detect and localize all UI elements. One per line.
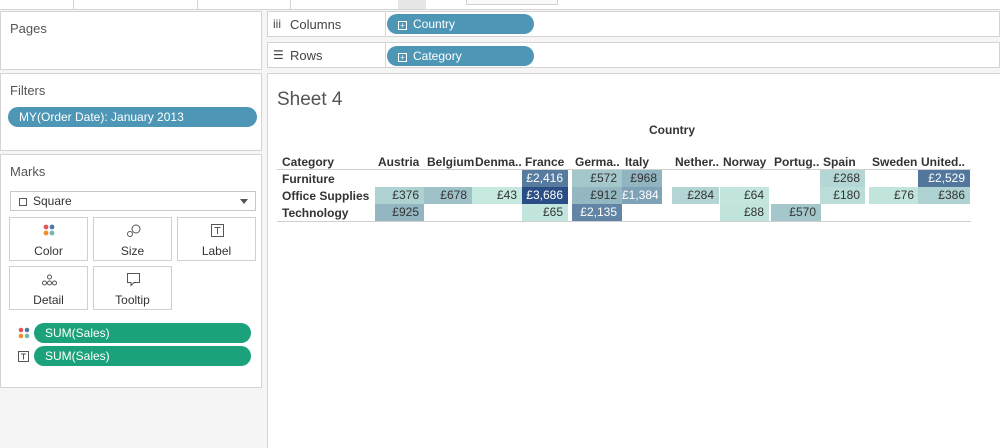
detail-icon <box>42 274 57 286</box>
row-header[interactable]: Office Supplies <box>282 189 369 203</box>
heatmap-cell[interactable]: £376 <box>375 187 424 204</box>
heatmap-cell[interactable]: £2,135 <box>572 204 622 221</box>
row-header[interactable]: Technology <box>282 206 348 220</box>
color-icon <box>43 224 55 236</box>
toolbar-divider <box>197 0 198 9</box>
column-header[interactable]: United.. <box>921 155 965 169</box>
marks-panel[interactable]: Marks Square Color Size Label Detail Too… <box>0 154 262 388</box>
rows-label: Rows <box>290 48 323 63</box>
heatmap-cell[interactable]: £76 <box>869 187 919 204</box>
heatmap-cell[interactable]: £678 <box>424 187 472 204</box>
filters-title: Filters <box>10 83 46 98</box>
marks-label-label: Label <box>201 244 232 258</box>
tooltip-icon <box>127 273 140 287</box>
heatmap-cell[interactable]: £2,416 <box>522 170 568 187</box>
column-header[interactable]: Belgium <box>427 155 474 169</box>
rows-shelf[interactable]: ☰ Rows + Category <box>267 42 1000 68</box>
size-icon <box>127 224 141 237</box>
column-header[interactable]: Austria <box>378 155 419 169</box>
marks-size-button[interactable]: Size <box>93 217 172 261</box>
columns-shelf[interactable]: iii Columns + Country <box>267 11 1000 37</box>
table-rule <box>277 221 971 222</box>
expand-icon: + <box>398 53 407 62</box>
table-rule <box>277 169 971 170</box>
color-field-icon <box>18 327 30 339</box>
columns-pill-label: Country <box>413 17 456 31</box>
marks-detail-label: Detail <box>33 293 64 307</box>
columns-pill-country[interactable]: + Country <box>387 14 534 34</box>
heatmap-cell[interactable]: £572 <box>572 170 622 187</box>
rows-icon: ☰ <box>273 48 284 62</box>
marks-color-label: Color <box>34 244 63 258</box>
marks-color-field-pill[interactable]: SUM(Sales) <box>34 323 251 343</box>
column-header[interactable]: Portug.. <box>774 155 819 169</box>
heatmap-cell[interactable]: £88 <box>720 204 769 221</box>
heatmap-cell[interactable]: £925 <box>375 204 424 221</box>
pages-title: Pages <box>10 21 47 36</box>
rows-pill-category[interactable]: + Category <box>387 46 534 66</box>
heatmap-cell[interactable]: £268 <box>820 170 865 187</box>
pages-panel[interactable]: Pages <box>0 11 262 70</box>
sheet-title: Sheet 4 <box>277 89 343 110</box>
marks-detail-button[interactable]: Detail <box>9 266 88 310</box>
heatmap-cell[interactable]: £968 <box>622 170 662 187</box>
sheet-canvas[interactable]: Sheet 4 Country Category Austria Belgium D… <box>267 73 1000 448</box>
marks-title: Marks <box>10 164 46 179</box>
toolbar-tab-selected[interactable] <box>398 0 426 9</box>
column-axis-title: Country <box>649 123 695 137</box>
heatmap-cell[interactable]: £912 <box>572 187 622 204</box>
heatmap-cell[interactable]: £284 <box>672 187 719 204</box>
label-field-icon <box>18 351 29 362</box>
heatmap-cell[interactable]: £64 <box>720 187 769 204</box>
row-header[interactable]: Furniture <box>282 172 335 186</box>
chevron-down-icon <box>240 199 248 204</box>
toolbar-divider <box>290 0 291 9</box>
expand-icon: + <box>398 21 407 30</box>
columns-label: Columns <box>290 17 342 32</box>
marks-color-button[interactable]: Color <box>9 217 88 261</box>
marks-size-label: Size <box>120 244 145 258</box>
filters-panel[interactable]: Filters MY(Order Date): January 2013 <box>0 73 262 151</box>
column-header[interactable]: Nether.. <box>675 155 719 169</box>
mark-type-dropdown[interactable]: Square <box>10 191 256 211</box>
columns-icon: iii <box>273 17 281 31</box>
marks-tooltip-button[interactable]: Tooltip <box>93 266 172 310</box>
column-header[interactable]: Germa.. <box>575 155 620 169</box>
column-header[interactable]: Sweden <box>872 155 917 169</box>
heatmap-cell[interactable]: £1,384 <box>622 187 662 204</box>
heatmap-cell[interactable]: £386 <box>918 187 970 204</box>
square-mark-icon <box>19 198 27 206</box>
toolbar-input-box[interactable] <box>466 0 558 5</box>
text-label-icon <box>211 224 224 237</box>
column-header[interactable]: Spain <box>823 155 856 169</box>
shelf-divider <box>385 43 386 68</box>
marks-tooltip-label: Tooltip <box>115 293 150 307</box>
column-header[interactable]: France <box>525 155 564 169</box>
heatmap-cell[interactable]: £43 <box>472 187 522 204</box>
column-header[interactable]: Denma.. <box>475 155 522 169</box>
top-toolbar-strip <box>0 0 1000 10</box>
toolbar-divider <box>73 0 74 9</box>
mark-type-value: Square <box>33 194 72 208</box>
heatmap-cell[interactable]: £65 <box>522 204 568 221</box>
heatmap-cell[interactable]: £3,686 <box>522 187 568 204</box>
heatmap-cell[interactable]: £570 <box>771 204 821 221</box>
column-header[interactable]: Norway <box>723 155 766 169</box>
heatmap-cell[interactable]: £180 <box>820 187 865 204</box>
marks-label-field-pill[interactable]: SUM(Sales) <box>34 346 251 366</box>
rows-pill-label: Category <box>413 49 462 63</box>
heatmap-cell[interactable]: £2,529 <box>918 170 970 187</box>
marks-label-button[interactable]: Label <box>177 217 256 261</box>
column-header[interactable]: Italy <box>625 155 649 169</box>
row-header-category: Category <box>282 155 335 169</box>
filter-pill-order-date[interactable]: MY(Order Date): January 2013 <box>8 107 257 127</box>
shelf-divider <box>385 12 386 37</box>
